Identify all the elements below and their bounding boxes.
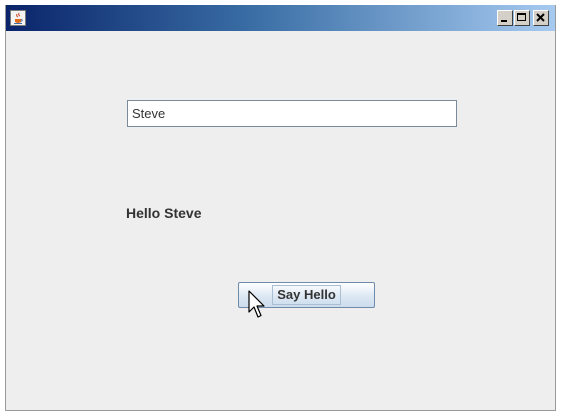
content-panel: Hello Steve Say Hello <box>6 31 555 411</box>
title-bar[interactable] <box>6 5 555 31</box>
app-window: Hello Steve Say Hello <box>5 5 556 411</box>
close-icon[interactable] <box>533 10 549 26</box>
say-hello-label: Say Hello <box>272 285 341 305</box>
name-input[interactable] <box>127 100 457 127</box>
java-coffee-cup-icon[interactable] <box>10 10 26 26</box>
say-hello-button[interactable]: Say Hello <box>238 282 375 308</box>
maximize-icon[interactable] <box>514 10 530 26</box>
minimize-icon[interactable] <box>497 10 513 26</box>
greeting-label: Hello Steve <box>126 205 202 221</box>
